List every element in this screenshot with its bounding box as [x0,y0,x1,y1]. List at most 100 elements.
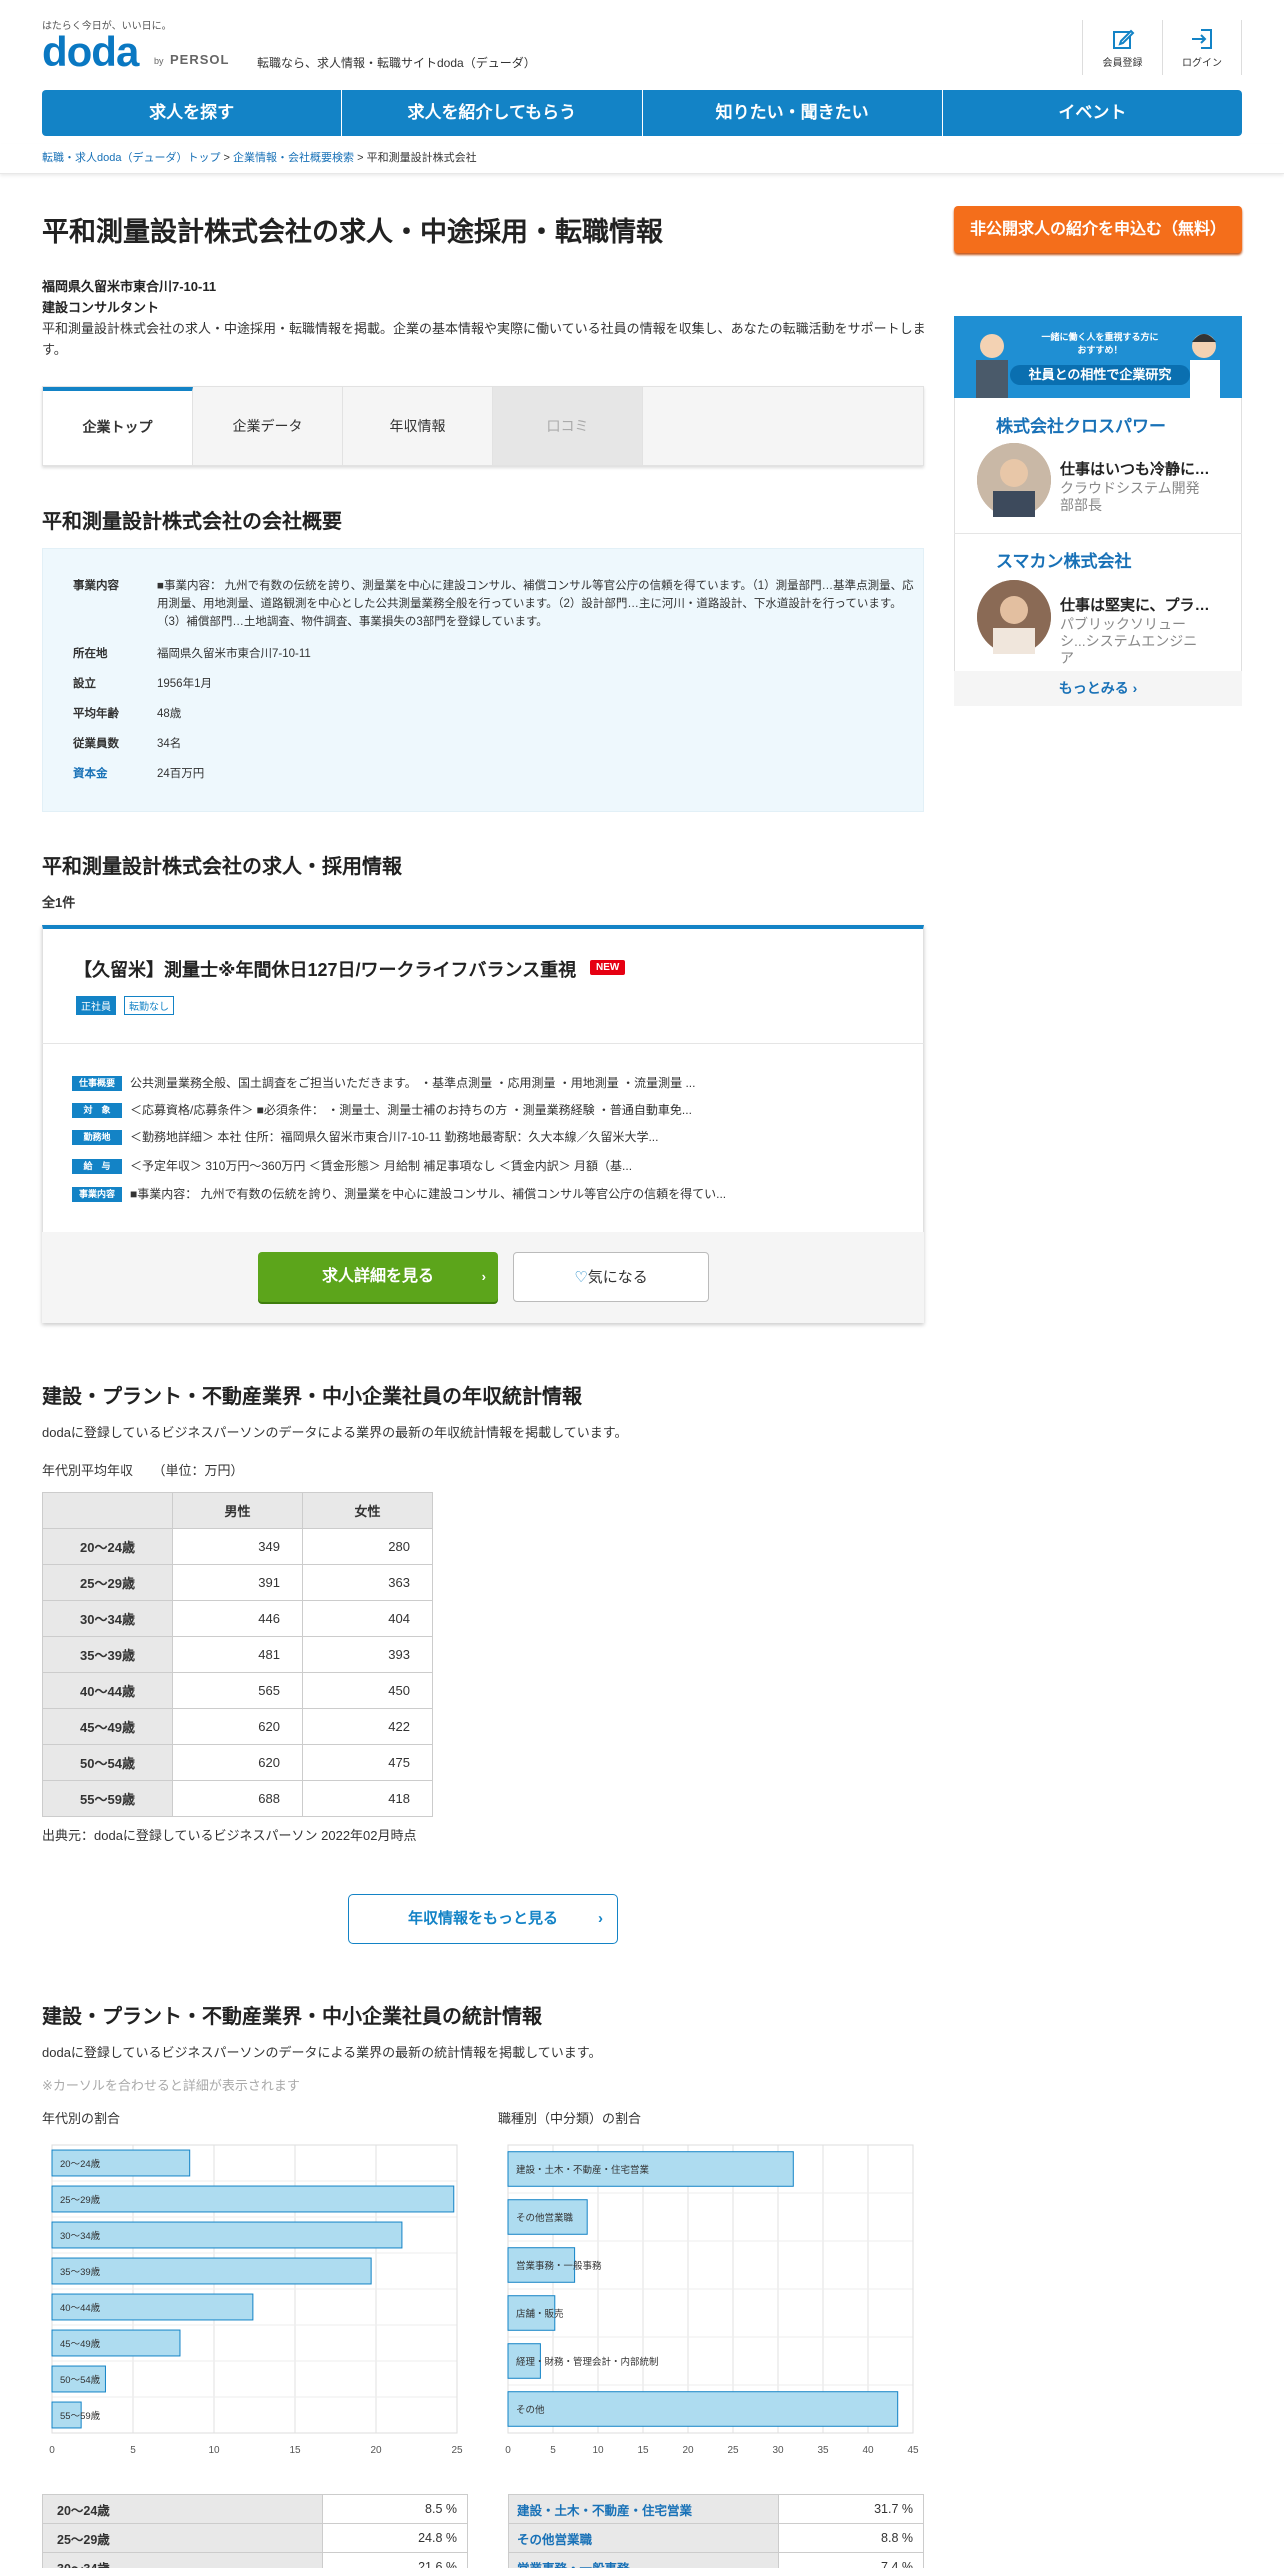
persol-logo: PERSOL [170,52,230,67]
site-description: 転職なら、求人情報・転職サイトdoda（デューダ） [257,56,536,70]
x-tick-label: 35 [817,2445,829,2456]
job-row: 給 与＜予定年収＞ 310万円～360万円 ＜賃金形態＞ 月給制 補足事項なし … [72,1157,632,1175]
company-intro: 平和測量設計株式会社の求人・中途採用・転職情報を掲載。企業の基本情報や実際に働い… [42,321,926,357]
nav-learn-ask[interactable]: 知りたい・聞きたい [643,90,943,136]
nav-search-jobs[interactable]: 求人を探す [42,90,343,136]
register-button[interactable]: 会員登録 [1082,20,1162,75]
ratio-row: 営業事務・一般事務7.4 % [508,2552,924,2568]
sidebar-quote[interactable]: 仕事はいつも冷静に、... [1060,458,1210,479]
stats-description: dodaに登録しているビジネスパーソンのデータによる業界の最新の統計情報を掲載し… [42,2045,602,2060]
job-detail-button[interactable]: 求人詳細を見る › [258,1252,498,1302]
tag-full-time: 正社員 [76,996,116,1015]
global-nav: 求人を探す 求人を紹介してもらう 知りたい・聞きたい イベント [42,90,1242,136]
company-address: 福岡県久留米市東合川7-10-11 [42,279,217,294]
salary-row: 35～39歳 481 393 [42,1636,433,1673]
bar-category-label: 40～44歳 [60,2302,101,2314]
bar-category-label: 店舗・販売 [516,2308,564,2320]
ratio-row: 25～29歳 24.8 % [42,2523,468,2553]
job-row: 事業内容 ■事業内容： 九州で有数の伝統を誇り、測量業を中心に建設コンサル、補償コ… [72,1185,726,1203]
job-ratio-table: 建設・土木・不動産・住宅営業31.7 %その他営業職8.8 %営業事務・一般事務… [508,2494,924,2568]
salary-row: 50～54歳 620 475 [42,1744,433,1781]
bar [51,2185,455,2213]
x-tick-label: 0 [49,2445,55,2456]
bar-category-label: 25～29歳 [60,2194,101,2206]
salary-caption: 年代別平均年収 （単位：万円） [42,1463,244,1478]
more-salary-button[interactable]: 年収情報をもっと見る › [348,1894,618,1944]
chevron-right-icon: › [598,1910,603,1927]
breadcrumb-link-top[interactable]: 転職・求人doda（デューダ）トップ [42,152,220,164]
bar-category-label: 建設・土木・不動産・住宅営業 [516,2164,650,2176]
avatar[interactable] [977,580,1051,654]
divider [42,1043,924,1044]
login-button[interactable]: ログイン [1162,20,1242,75]
jobs-heading: 平和測量設計株式会社の求人・採用情報 [42,856,402,878]
salary-source: 出典元：dodaに登録しているビジネスパーソン 2022年02月時点 [42,1828,417,1843]
apply-private-jobs-button[interactable]: 非公開求人の紹介を申込む（無料） [954,206,1242,253]
login-label: ログイン [1182,58,1222,69]
divider [954,533,1242,534]
sidebar-quote[interactable]: 仕事は堅実に、プライ... [1060,594,1210,615]
ratio-row: 建設・土木・不動産・住宅営業 31.7 % [508,2494,924,2524]
company-industry: 建設コンサルタント [42,300,160,315]
capital-link[interactable]: 資本金 [73,765,153,783]
salary-row: 30～34歳 446 404 [42,1600,433,1637]
job-ratio-chart[interactable]: 0 5 10 15 20 25 30 35 40 45 建設・土木・不動産・住宅営業その他営業職営業… [498,2140,924,2480]
sidebar-role: パブリックソリューシ...システムエンジニア [1060,616,1198,666]
nav-events[interactable]: イベント [943,90,1242,136]
salary-row: 45～49歳 620 422 [42,1708,433,1745]
tab-salary[interactable]: 年収情報 [343,387,493,465]
sidebar-more-link[interactable]: もっとみる › [954,671,1242,706]
bar [51,2221,403,2249]
salary-row: 20～24歳 349 280 [42,1528,433,1565]
sidebar-banner[interactable] [954,316,1242,398]
new-badge: NEW [590,960,626,975]
favorite-button[interactable]: ♡気になる [513,1252,709,1302]
avatar[interactable] [977,443,1051,517]
job-row: 勤務地 ＜勤務地詳細＞ 本社 住所：福岡県久留米市東合川7-10-11 勤務地最寄… [72,1128,658,1146]
x-tick-label: 25 [727,2445,739,2456]
banner-line2: 社員との相性で企業研究 [1010,365,1190,385]
job-row: 仕事概要 公共測量業務全般、国土調査をご担当いただきます。 ・基準点測量 ・応用測… [72,1074,695,1092]
job-title[interactable]: 【久留米】測量士※年間休日127日/ワークライフバランス重視 [74,956,576,982]
overview-heading: 平和測量設計株式会社の会社概要 [42,511,342,533]
tab-company-data[interactable]: 企業データ [193,387,343,465]
page-title: 平和測量設計株式会社の求人・中途採用・転職情報 [42,217,663,247]
sidebar-company-link[interactable]: スマカン株式会社 [996,547,1132,572]
stats-heading: 建設・プラント・不動産業界・中小企業社員の統計情報 [42,2006,542,2028]
ratio-row: その他営業職 8.8 % [508,2523,924,2553]
edit-icon [1112,29,1134,49]
tag-no-relocation: 転勤なし [124,996,174,1015]
age-ratio-chart[interactable]: 0 5 10 15 20 25 20～24歳 25～29歳 30～34歳 35～39歳 40～44歳… [42,2140,472,2480]
salary-description: dodaに登録しているビジネスパーソンのデータによる業界の最新の年収統計情報を掲… [42,1425,628,1440]
col-female: 女性 [302,1492,433,1529]
tab-company-top[interactable]: 企業トップ [43,387,193,465]
breadcrumb-current: 平和測量設計株式会社 [366,152,477,164]
x-tick-label: 20 [682,2445,694,2456]
x-tick-label: 10 [208,2445,220,2456]
login-icon [1192,29,1212,49]
x-tick-label: 5 [550,2445,556,2456]
job-count: 全1件 [42,895,76,910]
x-tick-label: 10 [592,2445,604,2456]
bar [507,2391,899,2427]
sidebar-company-link[interactable]: 株式会社クロスパワー [996,412,1166,437]
register-label: 会員登録 [1102,58,1143,69]
nav-job-referral[interactable]: 求人を紹介してもらう [342,90,643,136]
salary-row: 25～29歳 391 363 [42,1564,433,1601]
bar-category-label: その他営業職 [516,2212,574,2224]
bar-category-label: その他 [516,2404,545,2416]
logo-by: by [154,56,164,66]
salary-table: 男性 女性 20～24歳 349 280 25～29歳 391 363 30～34歳 446 40… [42,1492,433,1817]
bar-category-label: 35～39歳 [60,2266,101,2278]
salary-heading: 建設・プラント・不動産業界・中小企業社員の年収統計情報 [42,1386,582,1408]
doda-logo[interactable]: doda [42,28,139,76]
breadcrumb-link-company-search[interactable]: 企業情報・会社概要検索 [233,152,354,164]
heart-icon: ♡ [574,1269,588,1286]
x-tick-label: 45 [907,2445,919,2456]
ratio-row: 20～24歳 8.5 % [42,2494,468,2524]
col-male: 男性 [172,1492,303,1529]
banner-illustration [976,334,1220,398]
age-chart-title: 年代別の割合 [42,2111,121,2126]
ratio-row: 30～34歳21.6 % [42,2552,468,2568]
x-tick-label: 25 [451,2445,463,2456]
